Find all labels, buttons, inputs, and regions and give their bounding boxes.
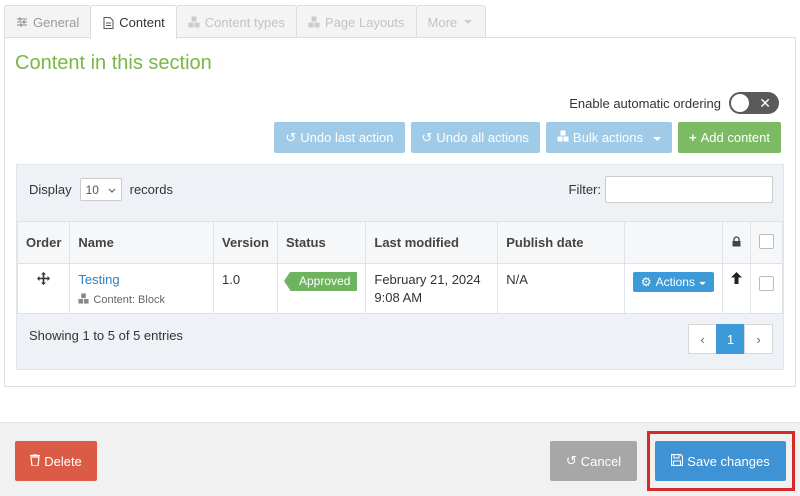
delete-label: Delete — [44, 453, 82, 469]
auto-ordering-toggle[interactable]: ✕ — [729, 92, 779, 114]
table-row: Testing Content: Block 1.0 Approved Febr… — [16, 263, 784, 314]
pagination-page[interactable]: 1 — [716, 324, 745, 354]
arrow-up-icon[interactable] — [730, 272, 742, 287]
row-actions-button[interactable]: ⚙ Actions — [632, 272, 714, 292]
content-table-box: Display 10 records Filter: Order Name Ve… — [16, 164, 784, 370]
actions-cell: ⚙ Actions — [623, 263, 723, 314]
chevron-down-icon — [108, 183, 116, 197]
close-icon: ✕ — [759, 95, 771, 111]
entries-info: Showing 1 to 5 of 5 entries — [29, 328, 183, 343]
last-modified-cell: February 21, 2024 9:08 AM — [365, 263, 499, 314]
drag-cell — [16, 263, 71, 314]
cancel-button[interactable]: ↺ Cancel — [550, 441, 637, 481]
column-header-publish-date[interactable]: Publish date — [497, 221, 625, 264]
cancel-label: Cancel — [580, 453, 622, 469]
cubes-icon — [308, 16, 320, 28]
records-per-page-value: 10 — [85, 182, 99, 197]
footer-bar: Delete ↺ Cancel Save changes — [0, 422, 800, 496]
content-type-label: Content: Block — [93, 294, 165, 306]
column-header-order[interactable]: Order — [16, 221, 71, 264]
section-title: Content in this section — [15, 52, 212, 74]
auto-ordering-control: Enable automatic ordering ✕ — [569, 92, 779, 114]
content-table: Order Name Version Status Last modified … — [16, 221, 784, 314]
undo-all-label: Undo all actions — [436, 130, 529, 145]
filter-label: Filter: — [568, 182, 602, 197]
name-cell: Testing Content: Block — [69, 263, 215, 314]
plus-icon: + — [689, 130, 697, 145]
delete-button[interactable]: Delete — [15, 441, 97, 481]
select-all-checkbox[interactable] — [758, 233, 774, 249]
add-content-label: Add content — [700, 130, 770, 145]
save-icon — [671, 453, 684, 469]
move-icon[interactable] — [37, 272, 51, 288]
auto-ordering-label: Enable automatic ordering — [569, 95, 721, 111]
move-up-cell — [721, 263, 751, 314]
tab-label: Page Layouts — [325, 14, 405, 30]
records-per-page-select[interactable]: 10 — [79, 178, 122, 201]
undo-icon: ↺ — [285, 129, 297, 145]
column-header-lock — [721, 221, 751, 264]
row-checkbox[interactable] — [758, 276, 774, 291]
filter-control: Filter: — [568, 176, 773, 203]
undo-icon: ↺ — [421, 129, 433, 145]
tab-more[interactable]: More — [415, 5, 487, 38]
pagination-next[interactable]: › — [744, 324, 773, 354]
document-icon — [102, 16, 114, 29]
last-modified-date: February 21, 2024 — [374, 272, 481, 287]
pagination-prev[interactable]: ‹ — [688, 324, 717, 354]
column-header-last-modified[interactable]: Last modified — [365, 221, 499, 264]
bulk-actions-label: Bulk actions — [572, 130, 644, 145]
sliders-icon — [16, 16, 28, 28]
undo-icon: ↺ — [565, 453, 577, 468]
column-header-status[interactable]: Status — [276, 221, 367, 264]
tab-label: Content — [119, 15, 165, 30]
tab-page-layouts[interactable]: Page Layouts — [296, 5, 417, 38]
bulk-actions-button[interactable]: Bulk actions — [545, 122, 673, 153]
row-actions-label: Actions — [655, 275, 695, 289]
caret-down-icon — [653, 130, 662, 145]
pagination: ‹ 1 › — [688, 324, 773, 354]
column-header-version[interactable]: Version — [213, 221, 278, 264]
table-header-row: Order Name Version Status Last modified … — [16, 221, 784, 264]
status-badge: Approved — [283, 272, 358, 291]
tab-label: Content types — [204, 14, 286, 30]
version-cell: 1.0 — [213, 263, 278, 314]
undo-last-label: Undo last action — [300, 130, 394, 145]
trash-icon — [30, 452, 41, 469]
undo-all-button[interactable]: ↺ Undo all actions — [410, 122, 540, 153]
caret-down-icon — [462, 16, 474, 28]
cubes-icon — [557, 130, 569, 145]
column-header-actions — [623, 221, 723, 264]
undo-last-button[interactable]: ↺ Undo last action — [274, 122, 405, 153]
select-cell — [749, 263, 784, 314]
save-changes-label: Save changes — [687, 453, 770, 469]
display-control: Display 10 records — [29, 178, 173, 201]
cubes-icon — [188, 16, 200, 28]
tab-bar: General Content Content types Page Layou… — [4, 5, 487, 39]
tab-content-types[interactable]: Content types — [175, 5, 298, 38]
tab-general[interactable]: General — [4, 5, 92, 38]
last-modified-time: 9:08 AM — [374, 290, 423, 305]
column-header-select — [749, 221, 784, 264]
toggle-knob — [731, 94, 749, 112]
publish-date-cell: N/A — [497, 263, 625, 314]
add-content-button[interactable]: + Add content — [678, 122, 781, 153]
cubes-icon — [78, 293, 89, 307]
status-cell: Approved — [276, 263, 367, 314]
tab-label: General — [33, 14, 80, 30]
gear-icon: ⚙ — [640, 275, 652, 289]
content-panel: Content in this section Enable automatic… — [4, 37, 796, 387]
lock-icon — [732, 235, 741, 250]
save-changes-button[interactable]: Save changes — [655, 441, 786, 481]
content-type: Content: Block — [78, 293, 205, 307]
caret-down-icon — [699, 275, 706, 289]
records-label: records — [129, 182, 173, 197]
tab-label: More — [427, 14, 458, 30]
filter-input[interactable] — [605, 176, 773, 203]
display-label: Display — [29, 182, 72, 197]
content-link[interactable]: Testing — [78, 272, 205, 287]
column-header-name[interactable]: Name — [69, 221, 215, 264]
toolbar: ↺ Undo last action ↺ Undo all actions Bu… — [274, 122, 781, 153]
tab-content[interactable]: Content — [90, 5, 177, 39]
